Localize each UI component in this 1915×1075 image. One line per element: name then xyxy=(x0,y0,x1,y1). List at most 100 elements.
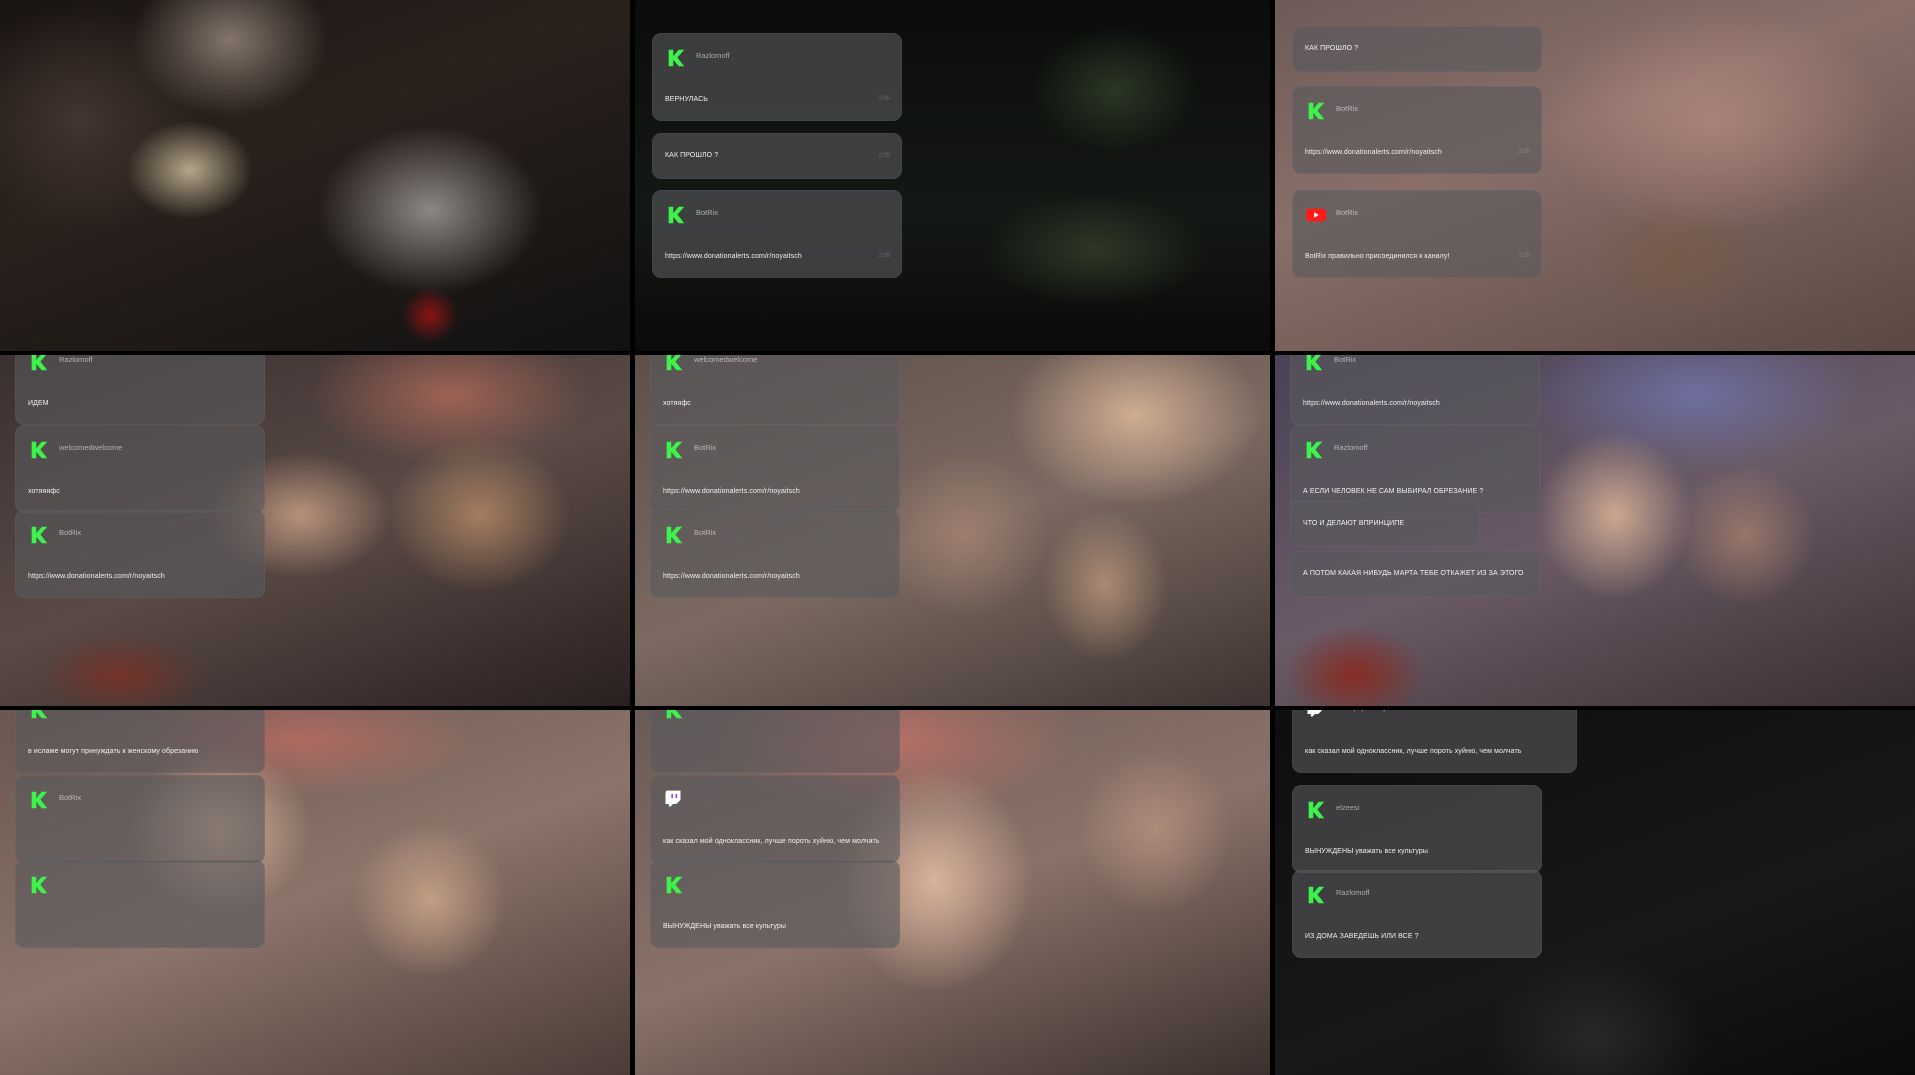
chat-message-card: BotRix https://www.donationalerts.com/r/n… xyxy=(652,190,902,278)
chat-username: BotRix xyxy=(694,443,717,452)
chat-message-text: ВЫНУЖДЕНЫ уважать все культуры xyxy=(663,923,786,930)
chat-message-text: https://www.donationalerts.com/r/noyaits… xyxy=(663,488,800,495)
chat-message-card: BotRix xyxy=(15,775,265,863)
chat-message-text: ИДЕМ xyxy=(28,400,49,407)
chat-message-card: ВЫНУЖДЕНЫ уважать все культуры xyxy=(650,860,900,948)
chat-message-card: BotRix https://www.donationalerts.com/r/n… xyxy=(650,510,900,598)
chat-message-text: ВЫНУЖДЕНЫ уважать все культуры xyxy=(1305,848,1428,855)
donationalerts-icon xyxy=(663,439,685,461)
chat-username: welcomedwelcome xyxy=(694,355,758,364)
donationalerts-icon xyxy=(28,710,50,721)
chat-message-card xyxy=(15,860,265,948)
chat-message-text: https://www.donationalerts.com/r/noyaits… xyxy=(663,573,800,580)
donationalerts-icon xyxy=(1305,799,1327,821)
chat-timestamp: 2:05 xyxy=(1518,149,1530,155)
chat-message-text: https://www.donationalerts.com/r/noyaits… xyxy=(665,253,802,260)
video-frame-3: КАК ПРОШЛО ? BotRix https://www.donational… xyxy=(1275,0,1915,355)
chat-message-text: хотяяфс xyxy=(663,400,691,407)
youtube-icon xyxy=(1305,204,1327,226)
chat-username: BotRix xyxy=(694,528,717,537)
chat-message-text: ВЕРНУЛАСЬ xyxy=(665,96,708,103)
chat-username: BotRix xyxy=(59,528,82,537)
video-frame-1 xyxy=(0,0,635,355)
chat-username: Razlomoff xyxy=(59,355,93,364)
chat-message-card: BotRix https://www.donationalerts.com/r/n… xyxy=(1292,86,1542,174)
chat-message-card: Razlomoff ИДЕМ xyxy=(15,355,265,425)
chat-message-card: welcomedwelcome хотяяяфс xyxy=(15,425,265,513)
chat-username: BotRix xyxy=(1336,208,1359,217)
chat-username: Razlomoff xyxy=(1334,443,1368,452)
video-frame-2: Razlomoff ВЕРНУЛАСЬ 2:05 КАК ПРОШЛО ? 2:05 Bo… xyxy=(635,0,1275,355)
chat-message-card: velkopopovickyzubr как сказал мой однокла… xyxy=(1292,710,1577,773)
video-frame-8: как сказал мой одноклассник, лучше порот… xyxy=(635,710,1275,1075)
chat-username: velkopopovickyzubr xyxy=(1336,710,1401,712)
chat-message-text: как сказал мой одноклассник, лучше порот… xyxy=(663,838,880,845)
chat-message-card: ЧТО И ДЕЛАЮТ ВПРИНЦИПЕ xyxy=(1290,501,1480,547)
chat-timestamp: 2:05 xyxy=(878,96,890,102)
chat-message-text: КАК ПРОШЛО ? xyxy=(1305,45,1359,52)
chat-message-card xyxy=(650,710,900,773)
chat-message-card: Razlomoff А ЕСЛИ ЧЕЛОВЕК НЕ САМ ВЫБИРАЛ О… xyxy=(1290,425,1540,513)
donationalerts-icon xyxy=(28,355,50,373)
video-frame-4: Razlomoff ИДЕМ welcomedwelcome хотяяяфс BotR… xyxy=(0,355,635,710)
chat-message-text: https://www.donationalerts.com/r/noyaits… xyxy=(1303,400,1440,407)
chat-message-text: А ЕСЛИ ЧЕЛОВЕК НЕ САМ ВЫБИРАЛ ОБРЕЗАНИЕ … xyxy=(1303,488,1484,495)
video-frame-5: welcomedwelcome хотяяфс BotRix https://www.… xyxy=(635,355,1275,710)
chat-message-card: А ПОТОМ КАКАЯ НИБУДЬ МАРТА ТЕБЕ ОТКАЖЕТ … xyxy=(1290,551,1540,597)
donationalerts-icon xyxy=(665,47,687,69)
chat-message-card: BotRix BotRix правильно присоединился к к… xyxy=(1292,190,1542,278)
video-frame-6: BotRix https://www.donationalerts.com/r/n… xyxy=(1275,355,1915,710)
video-frame-7: в исламе могут принуждать к женскому обр… xyxy=(0,710,635,1075)
chat-username: welcomedwelcome xyxy=(59,443,123,452)
chat-message-card: BotRix https://www.donationalerts.com/r/n… xyxy=(15,510,265,598)
chat-message-card: в исламе могут принуждать к женскому обр… xyxy=(15,710,265,773)
donationalerts-icon xyxy=(28,789,50,811)
donationalerts-icon xyxy=(1303,439,1325,461)
donationalerts-icon xyxy=(1305,100,1327,122)
video-frame-grid: Razlomoff ВЕРНУЛАСЬ 2:05 КАК ПРОШЛО ? 2:05 Bo… xyxy=(0,0,1915,1075)
donationalerts-icon xyxy=(663,874,685,896)
chat-message-card: elzeesi ВЫНУЖДЕНЫ уважать все культуры xyxy=(1292,785,1542,873)
chat-message-card: как сказал мой одноклассник, лучше порот… xyxy=(650,775,900,863)
donationalerts-icon xyxy=(663,710,685,721)
chat-message-text: https://www.donationalerts.com/r/noyaits… xyxy=(28,573,165,580)
chat-message-card: КАК ПРОШЛО ? 2:05 xyxy=(652,133,902,179)
chat-message-card: Razlomoff ВЕРНУЛАСЬ 2:05 xyxy=(652,33,902,121)
frame-1-scene xyxy=(0,0,630,351)
chat-username: Razlomoff xyxy=(696,51,730,60)
chat-username: Razlomoff xyxy=(1336,888,1370,897)
donationalerts-icon xyxy=(1305,884,1327,906)
chat-username: BotRix xyxy=(1334,355,1357,364)
chat-message-text: ИЗ ДОМА ЗАВЕДЕШЬ ИЛИ ВСЕ ? xyxy=(1305,933,1419,940)
chat-message-text: КАК ПРОШЛО ? xyxy=(665,152,719,159)
chat-message-card: welcomedwelcome хотяяфс xyxy=(650,355,900,425)
chat-message-text: А ПОТОМ КАКАЯ НИБУДЬ МАРТА ТЕБЕ ОТКАЖЕТ … xyxy=(1303,570,1524,577)
donationalerts-icon xyxy=(663,355,685,373)
chat-username: BotRix xyxy=(1336,104,1359,113)
chat-message-card: BotRix https://www.donationalerts.com/r/n… xyxy=(1290,355,1540,425)
chat-message-card: КАК ПРОШЛО ? xyxy=(1292,26,1542,72)
twitch-icon xyxy=(1305,710,1327,721)
chat-message-text: BotRix правильно присоединился к каналу! xyxy=(1305,253,1450,260)
donationalerts-icon xyxy=(1303,355,1325,373)
donationalerts-icon xyxy=(28,524,50,546)
chat-timestamp: 2:05 xyxy=(1518,253,1530,259)
chat-message-card: Razlomoff ИЗ ДОМА ЗАВЕДЕШЬ ИЛИ ВСЕ ? xyxy=(1292,870,1542,958)
chat-message-card: BotRix https://www.donationalerts.com/r/n… xyxy=(650,425,900,513)
chat-username: BotRix xyxy=(59,793,82,802)
chat-message-text: как сказал мой одноклассник, лучше порот… xyxy=(1305,748,1522,755)
chat-timestamp: 2:05 xyxy=(878,153,890,159)
donationalerts-icon xyxy=(665,204,687,226)
donationalerts-icon xyxy=(28,874,50,896)
chat-message-text: ЧТО И ДЕЛАЮТ ВПРИНЦИПЕ xyxy=(1303,520,1405,527)
chat-message-text: в исламе могут принуждать к женскому обр… xyxy=(28,748,199,755)
chat-timestamp: 2:05 xyxy=(878,253,890,259)
chat-username: elzeesi xyxy=(1336,803,1360,812)
donationalerts-icon xyxy=(663,524,685,546)
chat-message-text: хотяяяфс xyxy=(28,488,60,495)
chat-username: BotRix xyxy=(696,208,719,217)
video-frame-9: velkopopovickyzubr как сказал мой однокла… xyxy=(1275,710,1915,1075)
chat-message-text: https://www.donationalerts.com/r/noyaits… xyxy=(1305,149,1442,156)
donationalerts-icon xyxy=(28,439,50,461)
twitch-icon xyxy=(663,789,685,811)
